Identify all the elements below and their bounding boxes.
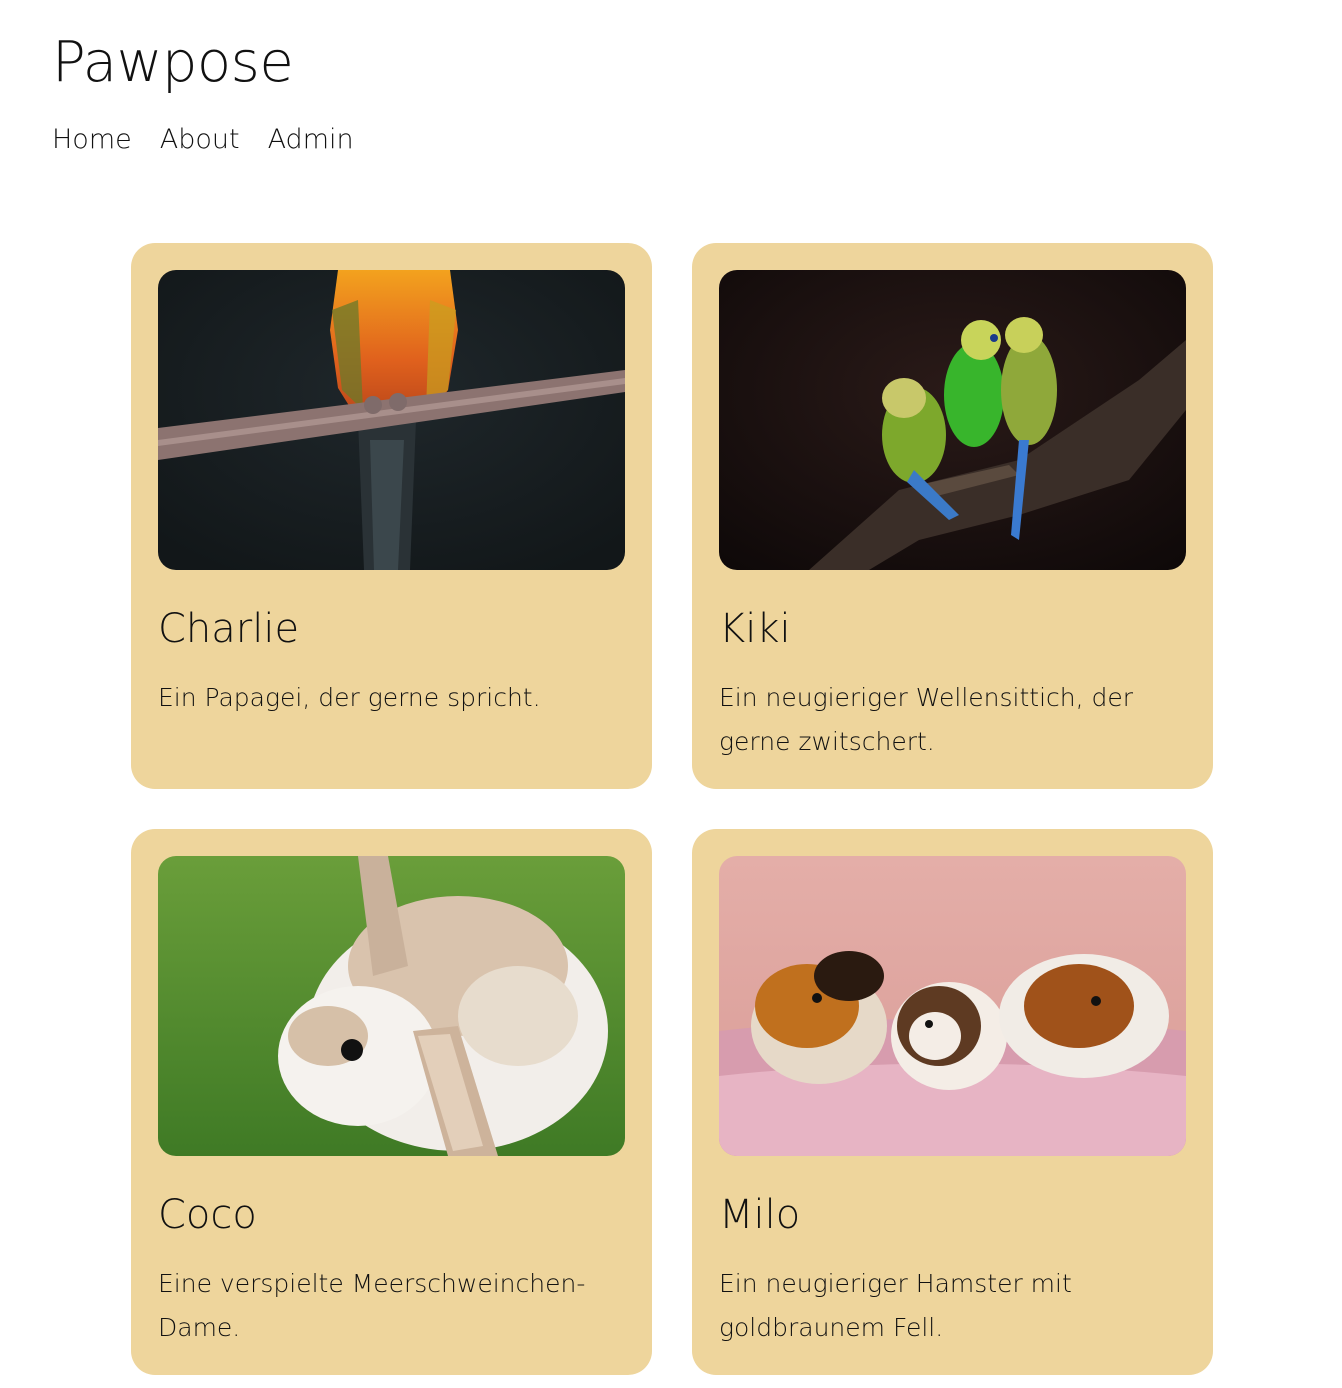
pet-card-kiki[interactable]: Kiki Ein neugieriger Wellensittich, der … (692, 243, 1213, 789)
parrot-photo (158, 270, 625, 570)
pet-card-milo[interactable]: Milo Ein neugieriger Hamster mit goldbra… (692, 829, 1213, 1375)
budgies-photo (719, 270, 1186, 570)
nav-home-link[interactable]: Home (52, 122, 132, 158)
pet-description: Ein neugieriger Wellensittich, der gerne… (719, 683, 1134, 756)
site-title[interactable]: Pawpose (52, 28, 294, 98)
pet-card-charlie[interactable]: Charlie Ein Papagei, der gerne spricht. (131, 243, 652, 789)
pet-description: Eine verspielte Meerschweinchen-Dame. (158, 1269, 586, 1342)
pet-grid: Charlie Ein Papagei, der gerne spricht. (131, 243, 1213, 1375)
pet-description: Ein neugieriger Hamster mit goldbraunem … (719, 1269, 1072, 1342)
nav-about-link[interactable]: About (160, 122, 240, 158)
pet-name: Kiki (719, 606, 791, 652)
pet-description: Ein Papagei, der gerne spricht. (158, 683, 541, 712)
nav-admin-link[interactable]: Admin (268, 122, 354, 158)
page: Pawpose Home About Admin Charlie Ein Pap… (0, 0, 1342, 1388)
pet-name: Coco (158, 1192, 257, 1238)
main-nav: Home About Admin (52, 122, 354, 158)
pet-name: Milo (719, 1192, 801, 1238)
pet-name: Charlie (158, 606, 300, 652)
pet-card-coco[interactable]: Coco Eine verspielte Meerschweinchen-Dam… (131, 829, 652, 1375)
guinea-pigs-photo (719, 856, 1186, 1156)
rabbit-photo (158, 856, 625, 1156)
